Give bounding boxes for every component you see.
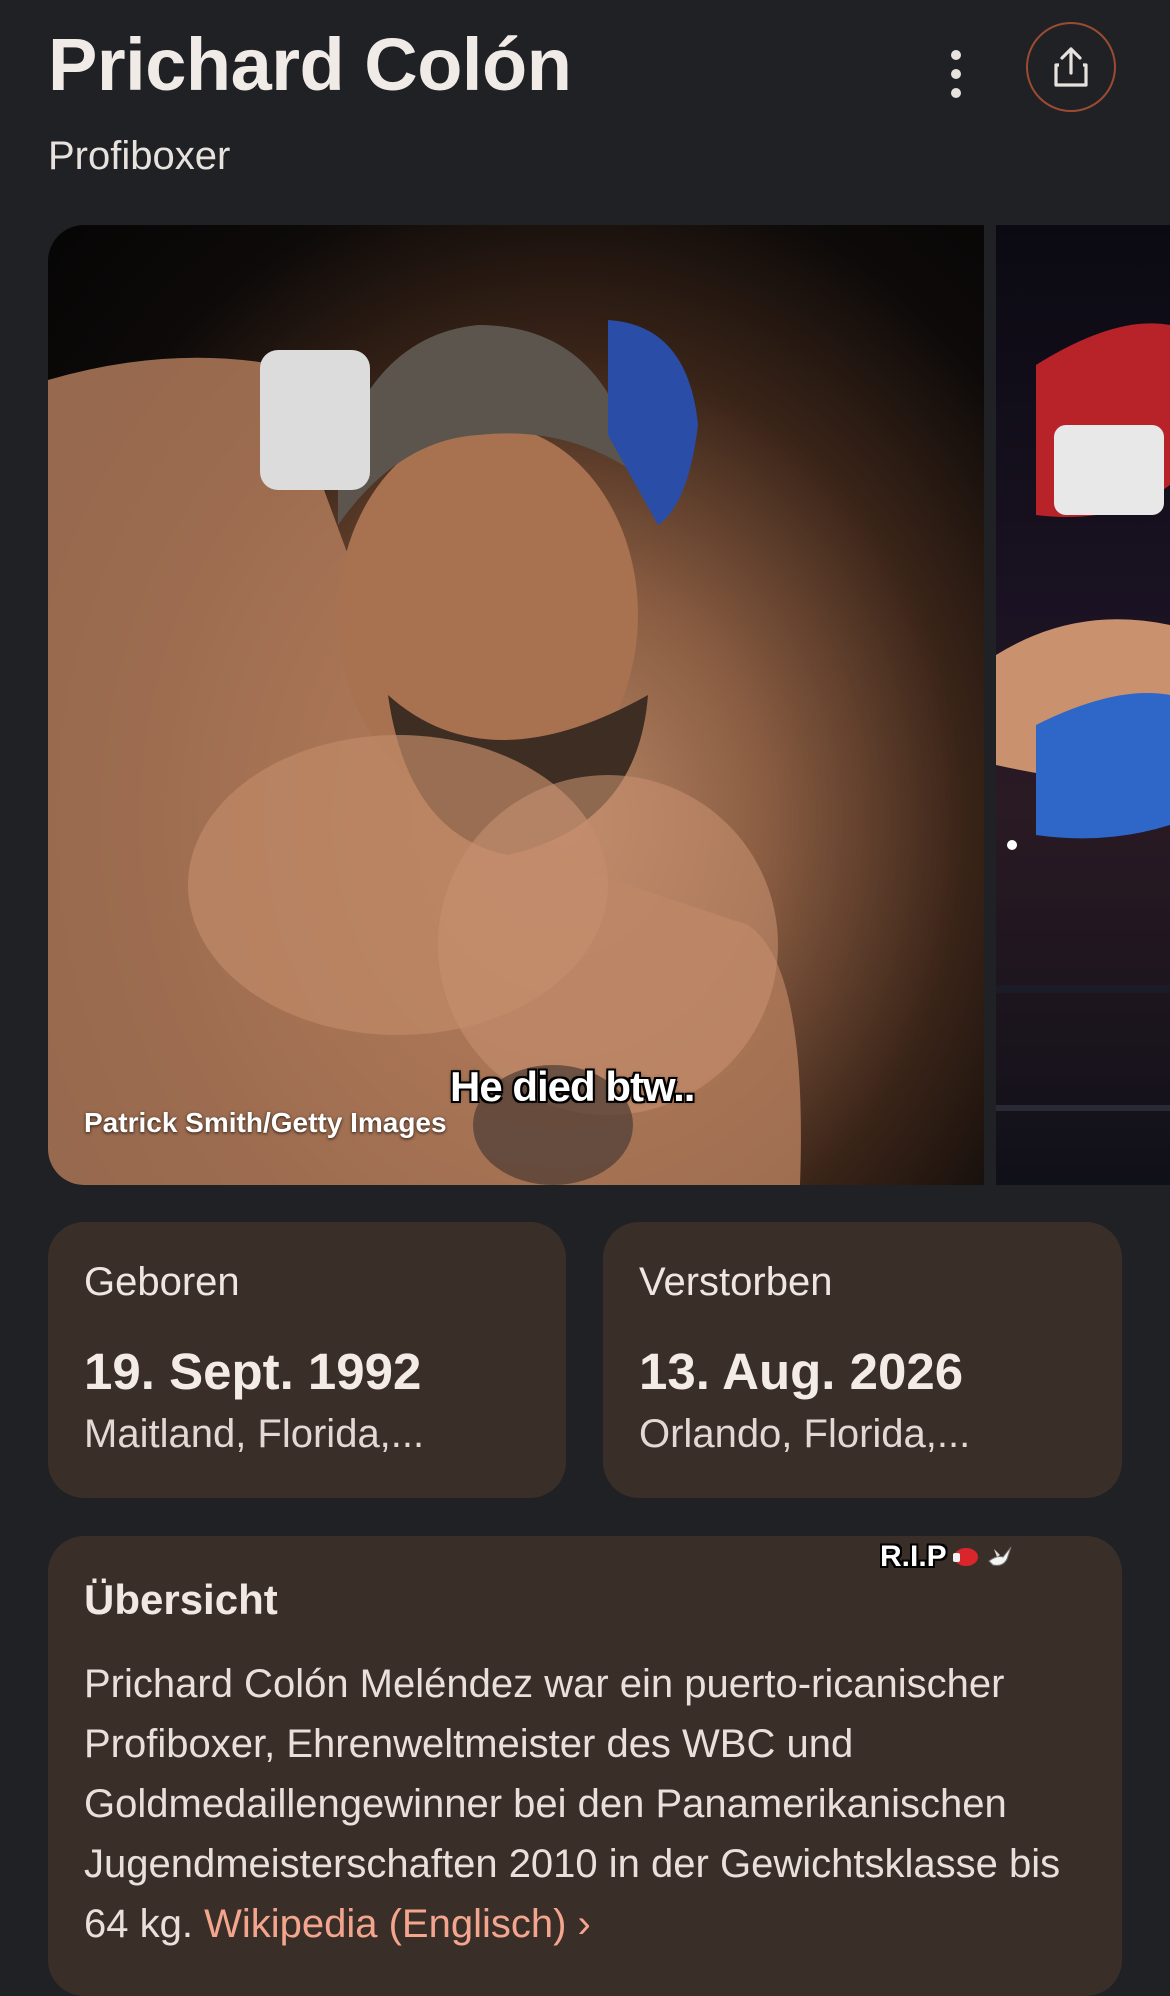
main-photo[interactable]: Patrick Smith/Getty Images He died btw..	[48, 225, 984, 1185]
wikipedia-link[interactable]: Wikipedia (Englisch) ›	[204, 1902, 591, 1946]
more-vert-icon	[951, 50, 961, 60]
more-vert-dot	[951, 88, 961, 98]
overview-text: Prichard Colón Meléndez war ein puerto-r…	[84, 1654, 1094, 1954]
page-title: Prichard Colón	[48, 23, 572, 106]
photo-credit: Patrick Smith/Getty Images	[84, 1107, 447, 1138]
overlay-caption: He died btw..	[450, 1063, 695, 1110]
dove-icon	[987, 1546, 1012, 1566]
wikipedia-link-label: Wikipedia (Englisch)	[204, 1902, 567, 1946]
born-label: Geboren	[84, 1260, 240, 1304]
more-vert-dot	[951, 69, 961, 79]
rip-overlay: R.I.P	[880, 1540, 1015, 1574]
share-icon	[1054, 47, 1088, 87]
boxing-glove-icon	[952, 1548, 978, 1566]
rip-text: R.I.P	[880, 1540, 947, 1573]
more-options-button[interactable]	[930, 44, 982, 104]
boxing-ring-photo-image	[996, 323, 1170, 1111]
born-place: Maitland, Florida,...	[84, 1412, 425, 1456]
died-date: 13. Aug. 2026	[639, 1343, 964, 1400]
chevron-right-icon: ›	[577, 1902, 591, 1946]
overview-heading: Übersicht	[84, 1576, 278, 1623]
next-photo[interactable]	[996, 225, 1170, 1185]
born-card[interactable]: Geboren 19. Sept. 1992 Maitland, Florida…	[48, 1222, 566, 1498]
boxer-photo-image	[48, 320, 801, 1185]
died-card[interactable]: Verstorben 13. Aug. 2026 Orlando, Florid…	[603, 1222, 1122, 1498]
overview-card: Übersicht Prichard Colón Meléndez war ei…	[48, 1536, 1122, 1996]
share-button[interactable]	[1026, 22, 1116, 112]
born-date: 19. Sept. 1992	[84, 1343, 422, 1400]
died-label: Verstorben	[639, 1260, 833, 1304]
died-place: Orlando, Florida,...	[639, 1412, 971, 1456]
page-subtitle: Profiboxer	[48, 134, 231, 178]
